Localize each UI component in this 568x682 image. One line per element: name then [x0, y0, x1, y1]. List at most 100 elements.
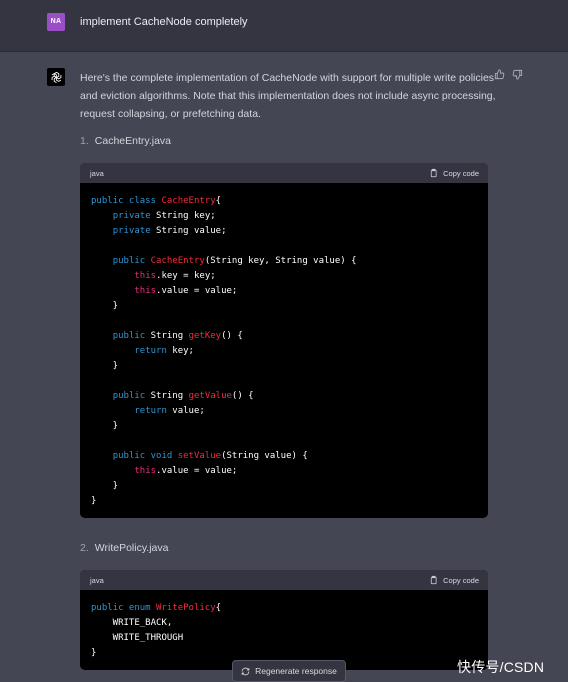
- code-line: private String key;: [91, 209, 477, 224]
- code-content: public class CacheEntry{ private String …: [80, 183, 488, 509]
- code-token: CacheEntry: [161, 196, 216, 206]
- code-token: private: [112, 226, 157, 236]
- code-line: public CacheEntry(String key, String val…: [91, 254, 477, 269]
- code-token: }: [91, 301, 119, 311]
- code-token: }: [91, 648, 97, 658]
- copy-code-label: Copy code: [443, 575, 479, 585]
- code-block-cacheentry: java Copy code public class CacheEntry{ …: [80, 163, 488, 518]
- code-line: this.value = value;: [91, 284, 477, 299]
- code-line: }: [91, 646, 477, 661]
- regenerate-label: Regenerate response: [255, 666, 337, 676]
- code-token: getKey: [188, 331, 222, 341]
- code-line: WRITE_THROUGH: [91, 631, 477, 646]
- code-line: public class CacheEntry{: [91, 194, 477, 209]
- code-token: private: [112, 211, 157, 221]
- list-filename: CacheEntry.java: [94, 135, 172, 147]
- code-token: (String key, String value) {: [204, 256, 357, 266]
- code-token: public class: [91, 196, 162, 206]
- code-token: this: [134, 271, 157, 281]
- code-token: .value = value;: [156, 286, 238, 296]
- code-token: return: [134, 406, 173, 416]
- code-line: }: [91, 299, 477, 314]
- code-token: WRITE_BACK,: [91, 618, 173, 628]
- code-token: this: [134, 466, 157, 476]
- code-line: return value;: [91, 404, 477, 419]
- code-token: key;: [172, 346, 194, 356]
- code-token: String: [150, 331, 189, 341]
- code-token: }: [91, 361, 119, 371]
- code-token: () {: [221, 331, 243, 341]
- code-line: }: [91, 479, 477, 494]
- code-token: public void: [112, 451, 178, 461]
- code-token: }: [91, 496, 97, 506]
- code-block-writepolicy: java Copy code public enum WritePolicy{ …: [80, 570, 488, 670]
- thumbs-down-icon[interactable]: [512, 69, 523, 80]
- code-line: public enum WritePolicy{: [91, 601, 477, 616]
- code-line: this.value = value;: [91, 464, 477, 479]
- code-token: CacheEntry: [150, 256, 205, 266]
- code-token: return: [134, 346, 173, 356]
- code-line: WRITE_BACK,: [91, 616, 477, 631]
- code-token: public: [112, 391, 151, 401]
- copy-code-button[interactable]: Copy code: [429, 575, 479, 585]
- code-token: {: [215, 603, 222, 613]
- thumbs-up-icon[interactable]: [494, 69, 505, 80]
- code-token: WritePolicy: [156, 603, 216, 613]
- user-message-row: NA implement CacheNode completely: [0, 0, 568, 52]
- code-line: public String getValue() {: [91, 389, 477, 404]
- copy-code-label: Copy code: [443, 168, 479, 178]
- code-token: .value = value;: [156, 466, 238, 476]
- code-token: }: [91, 421, 119, 431]
- code-token: public enum: [91, 603, 157, 613]
- code-token: setValue: [177, 451, 222, 461]
- code-token: value;: [172, 406, 205, 416]
- assistant-intro-text: Here's the complete implementation of Ca…: [80, 72, 496, 120]
- list-number: 2.: [80, 542, 89, 554]
- code-line: return key;: [91, 344, 477, 359]
- code-line: }: [91, 419, 477, 434]
- clipboard-icon: [431, 575, 437, 585]
- clipboard-icon: [431, 168, 437, 178]
- list-filename: WritePolicy.java: [94, 542, 169, 554]
- copy-code-button[interactable]: Copy code: [429, 168, 479, 178]
- code-language-label: java: [90, 168, 104, 178]
- code-token: String value;: [156, 226, 227, 236]
- code-token: (String value) {: [221, 451, 308, 461]
- refresh-icon: [241, 667, 250, 675]
- list-item-writepolicy: 2. WritePolicy.java: [80, 542, 168, 554]
- list-item-cacheentry: 1. CacheEntry.java: [80, 135, 171, 147]
- code-line: public void setValue(String value) {: [91, 449, 477, 464]
- code-token: String key;: [156, 211, 216, 221]
- code-token: WRITE_THROUGH: [91, 633, 184, 643]
- regenerate-response-button[interactable]: Regenerate response: [232, 660, 346, 682]
- code-token: this: [134, 286, 157, 296]
- code-line: }: [91, 494, 477, 509]
- code-line: this.key = key;: [91, 269, 477, 284]
- code-content: public enum WritePolicy{ WRITE_BACK, WRI…: [80, 590, 488, 661]
- code-header: java Copy code: [80, 163, 488, 183]
- list-number: 1.: [80, 135, 89, 147]
- code-token: public: [112, 256, 151, 266]
- code-header: java Copy code: [80, 570, 488, 590]
- code-token: () {: [231, 391, 254, 401]
- watermark: 快传号/CSDN: [457, 659, 545, 675]
- code-language-label: java: [90, 575, 104, 585]
- user-message-text: implement CacheNode completely: [80, 16, 248, 28]
- code-token: }: [91, 481, 119, 491]
- code-token: {: [215, 196, 222, 206]
- code-token: getValue: [188, 391, 232, 401]
